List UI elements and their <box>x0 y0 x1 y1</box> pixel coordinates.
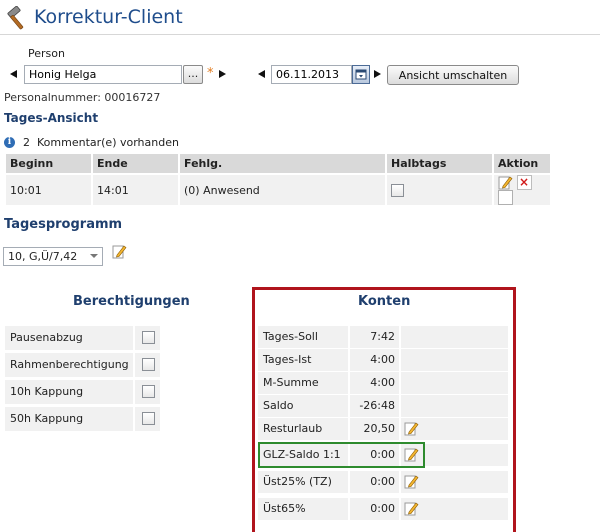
permissions-heading: Berechtigungen <box>73 294 190 309</box>
column-header-end: Ende <box>93 154 178 173</box>
permission-label: 50h Kappung <box>5 407 133 431</box>
row-half-day-cell <box>387 175 492 205</box>
column-header-half-day: Halbtags <box>387 154 492 173</box>
permission-checkbox[interactable] <box>142 385 155 398</box>
account-label: Tages-Soll <box>258 326 348 348</box>
day-table: Beginn Ende Fehlg. Halbtags Aktion 10:01… <box>4 152 552 207</box>
permission-label: Pausenabzug <box>5 326 133 350</box>
account-value: 0:00 <box>350 471 399 493</box>
personnel-number: Personalnummer: 00016727 <box>4 91 161 104</box>
account-value: 4:00 <box>350 372 399 394</box>
account-label: Üst65% <box>258 498 348 520</box>
table-row: 10:01 14:01 (0) Anwesend × <box>6 175 550 205</box>
permission-row: Rahmenberechtigung <box>5 353 160 377</box>
document-icon[interactable] <box>498 190 513 205</box>
permission-row: Pausenabzug <box>5 326 160 350</box>
account-label: Üst25% (TZ) <box>258 471 348 493</box>
permission-check-cell <box>135 326 160 350</box>
hammer-icon <box>7 6 24 30</box>
account-value: 20,50 <box>350 418 399 440</box>
person-lookup-button[interactable]: ... <box>183 65 203 84</box>
account-row: Resturlaub 20,50 <box>258 418 508 440</box>
next-date-arrow-icon[interactable] <box>374 70 381 78</box>
account-label: M-Summe <box>258 372 348 394</box>
account-value: 7:42 <box>350 326 399 348</box>
account-value: 0:00 <box>350 498 399 520</box>
program-select[interactable]: 10, G,Ü/7,42 <box>3 247 103 266</box>
row-end: 14:01 <box>93 175 178 205</box>
next-person-arrow-icon[interactable] <box>219 70 226 78</box>
account-action-cell <box>401 372 508 394</box>
half-day-checkbox[interactable] <box>391 183 404 197</box>
info-icon: i <box>4 137 15 148</box>
account-row: Tages-Soll 7:42 <box>258 326 508 348</box>
account-label: Resturlaub <box>258 418 348 440</box>
account-row: Üst25% (TZ) 0:00 <box>258 471 508 493</box>
permission-label: 10h Kappung <box>5 380 133 404</box>
account-row: Üst65% 0:00 <box>258 498 508 520</box>
account-row: Saldo -26:48 <box>258 395 508 417</box>
account-row: Tages-Ist 4:00 <box>258 349 508 371</box>
person-input[interactable] <box>24 65 182 84</box>
program-heading: Tagesprogramm <box>4 217 123 232</box>
permission-row: 50h Kappung <box>5 407 160 431</box>
chevron-down-icon[interactable] <box>90 254 98 258</box>
row-actions: × <box>494 175 550 205</box>
permission-check-cell <box>135 407 160 431</box>
person-label: Person <box>28 47 65 60</box>
page-title: Korrektur-Client <box>34 6 183 28</box>
account-action-cell <box>401 349 508 371</box>
permission-row: 10h Kappung <box>5 380 160 404</box>
account-action-cell <box>401 471 508 493</box>
column-header-absence: Fehlg. <box>180 154 385 173</box>
required-marker: * <box>207 66 214 81</box>
account-action-cell <box>401 498 508 520</box>
account-value: -26:48 <box>350 395 399 417</box>
edit-pencil-icon[interactable] <box>498 175 513 190</box>
row-absence: (0) Anwesend <box>180 175 385 205</box>
account-action-cell <box>401 418 508 440</box>
comment-text: Kommentar(e) vorhanden <box>37 136 179 149</box>
account-action-cell <box>401 326 508 348</box>
calendar-icon[interactable] <box>352 65 370 84</box>
permission-check-cell <box>135 380 160 404</box>
account-label: Tages-Ist <box>258 349 348 371</box>
column-header-action: Aktion <box>494 154 550 173</box>
delete-x-icon[interactable]: × <box>516 175 532 190</box>
row-begin: 10:01 <box>6 175 91 205</box>
edit-pencil-icon[interactable] <box>404 501 419 516</box>
account-action-cell <box>401 395 508 417</box>
day-view-heading: Tages-Ansicht <box>4 111 99 125</box>
day-table-header: Beginn Ende Fehlg. Halbtags Aktion <box>6 154 550 173</box>
previous-date-arrow-icon[interactable] <box>258 70 265 78</box>
account-value: 4:00 <box>350 349 399 371</box>
previous-person-arrow-icon[interactable] <box>10 70 17 78</box>
title-divider <box>0 34 600 35</box>
account-label: Saldo <box>258 395 348 417</box>
permission-check-cell <box>135 353 160 377</box>
permission-checkbox[interactable] <box>142 412 155 425</box>
permission-checkbox[interactable] <box>142 331 155 344</box>
column-header-begin: Beginn <box>6 154 91 173</box>
edit-pencil-icon[interactable] <box>404 421 419 436</box>
glz-saldo-highlight-frame <box>258 442 425 468</box>
edit-pencil-icon[interactable] <box>404 474 419 489</box>
edit-pencil-icon[interactable] <box>112 244 127 259</box>
comment-count: 2 <box>23 136 30 149</box>
comment-notice[interactable]: 2 Kommentar(e) vorhanden <box>23 136 179 149</box>
accounts-heading: Konten <box>358 294 411 309</box>
toggle-view-button[interactable]: Ansicht umschalten <box>387 65 519 85</box>
date-input[interactable] <box>271 65 352 84</box>
permission-label: Rahmenberechtigung <box>5 353 133 377</box>
permission-checkbox[interactable] <box>142 358 155 371</box>
account-row: M-Summe 4:00 <box>258 372 508 394</box>
